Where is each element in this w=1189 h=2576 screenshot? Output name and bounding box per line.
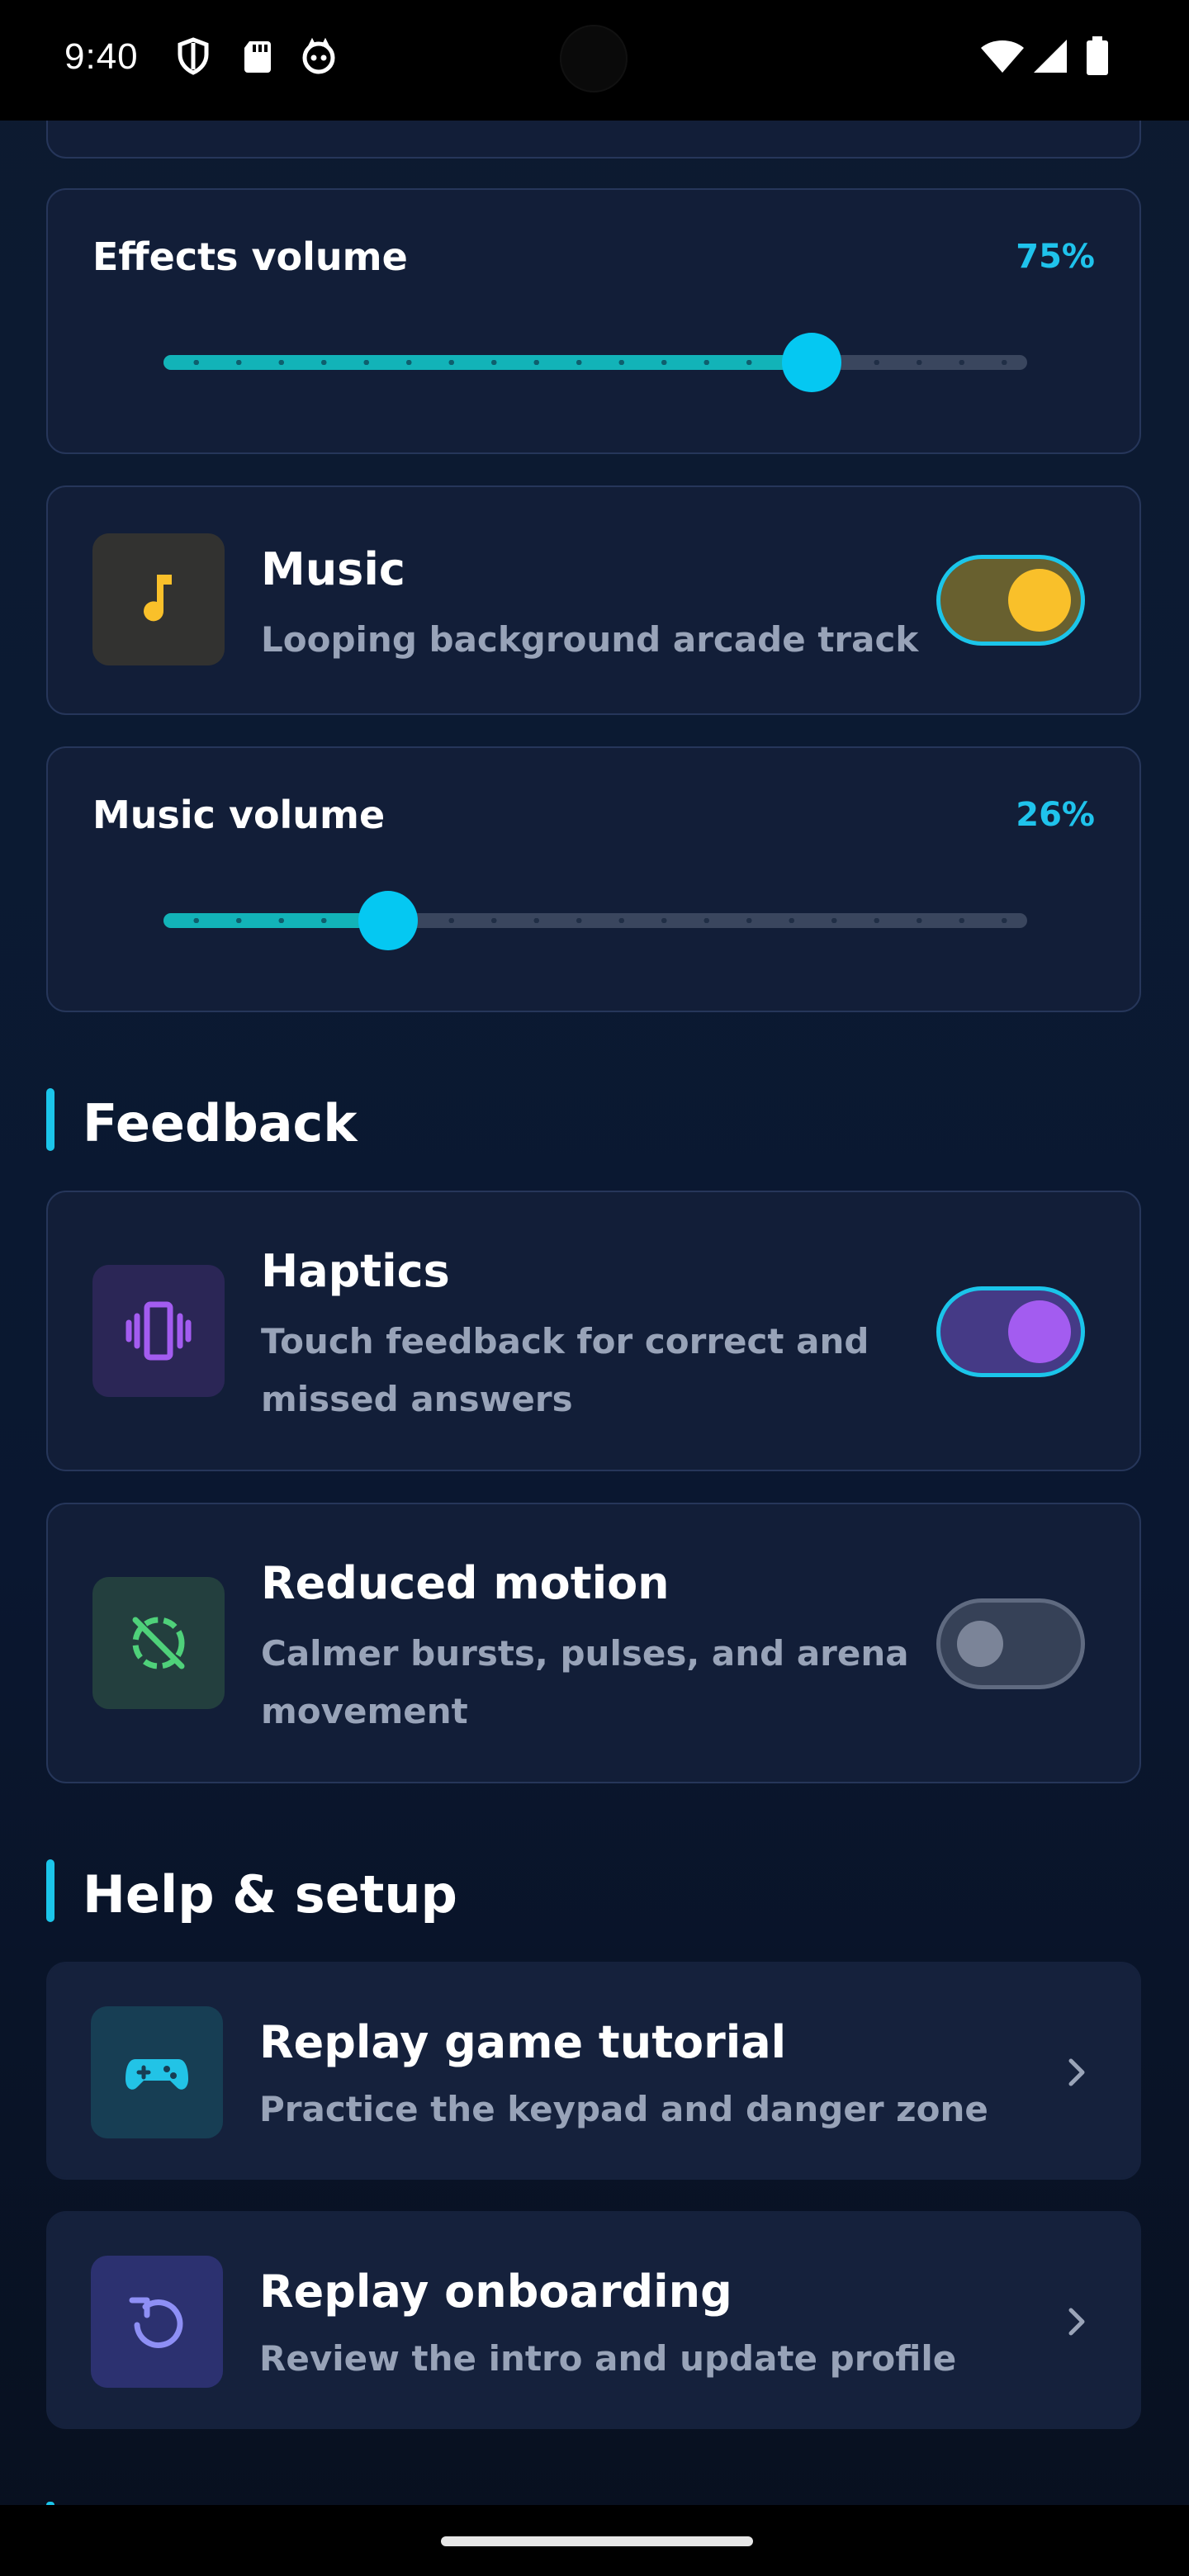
replay-tutorial-row[interactable]: Replay game tutorial Practice the keypad… bbox=[46, 1962, 1141, 2180]
haptics-card[interactable]: Haptics Touch feedback for correct and m… bbox=[46, 1191, 1141, 1471]
haptics-toggle[interactable] bbox=[936, 1286, 1085, 1377]
onboarding-icon-tile bbox=[91, 2256, 223, 2388]
feedback-section-title: Feedback bbox=[83, 1093, 358, 1153]
reduced-motion-card[interactable]: Reduced motion Calmer bursts, pulses, an… bbox=[46, 1503, 1141, 1783]
status-bar: 9:40 bbox=[0, 0, 1189, 121]
music-toggle[interactable] bbox=[936, 555, 1085, 646]
shield-icon bbox=[173, 36, 213, 76]
effects-volume-label: Effects volume bbox=[92, 234, 408, 279]
haptics-subtitle-line2: missed answers bbox=[261, 1379, 573, 1419]
music-volume-label: Music volume bbox=[92, 793, 386, 837]
music-volume-slider[interactable] bbox=[163, 891, 1027, 950]
music-volume-card: Music volume 26% bbox=[46, 746, 1141, 1012]
section-accent-bar bbox=[46, 1859, 54, 1922]
effects-volume-thumb[interactable] bbox=[781, 333, 841, 392]
vibration-icon bbox=[126, 1301, 192, 1361]
haptics-title: Haptics bbox=[261, 1245, 450, 1297]
sd-card-icon bbox=[238, 36, 277, 76]
reduced-motion-subtitle-line2: movement bbox=[261, 1691, 468, 1731]
reduced-motion-title: Reduced motion bbox=[261, 1557, 670, 1609]
navigation-bar bbox=[0, 2505, 1189, 2576]
haptics-subtitle-line1: Touch feedback for correct and bbox=[261, 1321, 869, 1361]
music-subtitle: Looping background arcade track bbox=[261, 619, 919, 660]
reduced-motion-toggle[interactable] bbox=[936, 1598, 1085, 1689]
replay-tutorial-subtitle: Practice the keypad and danger zone bbox=[259, 2089, 988, 2129]
replay-icon bbox=[129, 2297, 183, 2348]
gamepad-icon bbox=[126, 2059, 188, 2090]
effects-volume-value: 75% bbox=[1016, 238, 1095, 276]
signal-icon bbox=[1030, 36, 1070, 76]
music-icon-tile bbox=[92, 533, 225, 665]
game-notification-icon bbox=[299, 36, 339, 76]
motion-off-icon bbox=[132, 1617, 185, 1669]
camera-cutout bbox=[560, 25, 628, 92]
replay-tutorial-title: Replay game tutorial bbox=[259, 2016, 787, 2068]
music-note-icon bbox=[144, 575, 172, 622]
section-accent-bar bbox=[46, 1088, 54, 1151]
effects-volume-slider[interactable] bbox=[163, 333, 1027, 392]
tutorial-icon-tile bbox=[91, 2006, 223, 2138]
toggle-knob bbox=[1008, 1300, 1071, 1363]
wifi-icon bbox=[979, 36, 1026, 76]
haptics-icon-tile bbox=[92, 1265, 225, 1397]
chevron-right-icon bbox=[1068, 2058, 1085, 2086]
effects-volume-card: Effects volume 75% bbox=[46, 188, 1141, 454]
replay-onboarding-row[interactable]: Replay onboarding Review the intro and u… bbox=[46, 2211, 1141, 2429]
music-card[interactable]: Music Looping background arcade track bbox=[46, 485, 1141, 715]
help-section-title: Help & setup bbox=[83, 1864, 457, 1925]
music-volume-value: 26% bbox=[1016, 796, 1095, 834]
reduced-motion-icon-tile bbox=[92, 1577, 225, 1709]
slider-tick-dots bbox=[175, 918, 1016, 923]
battery-icon bbox=[1085, 36, 1110, 76]
chevron-right-icon bbox=[1068, 2308, 1085, 2336]
toggle-knob bbox=[1008, 569, 1071, 632]
toggle-knob bbox=[957, 1621, 1003, 1667]
reduced-motion-subtitle-line1: Calmer bursts, pulses, and arena bbox=[261, 1633, 909, 1674]
status-time: 9:40 bbox=[64, 36, 139, 77]
replay-onboarding-title: Replay onboarding bbox=[259, 2266, 732, 2318]
music-volume-thumb[interactable] bbox=[358, 891, 418, 950]
home-gesture-pill[interactable] bbox=[441, 2536, 753, 2546]
replay-onboarding-subtitle: Review the intro and update profile bbox=[259, 2338, 957, 2379]
music-title: Music bbox=[261, 543, 405, 595]
slider-tick-dots bbox=[175, 360, 1016, 365]
